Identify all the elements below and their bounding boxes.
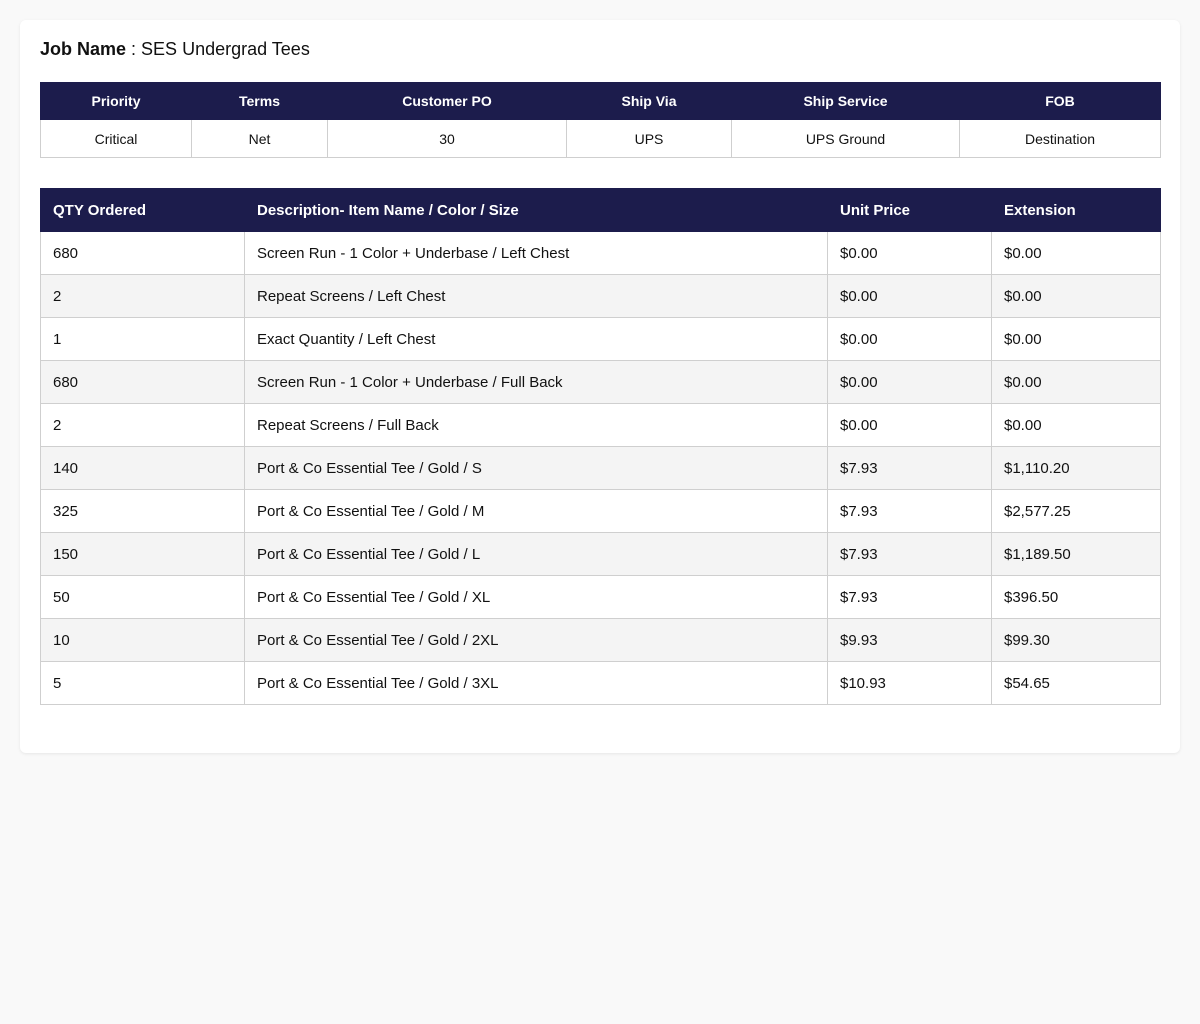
cell-qty: 10 [40,618,245,662]
cell-description: Port & Co Essential Tee / Gold / M [244,489,828,533]
cell-unit-price: $0.00 [827,274,992,318]
cell-extension: $0.00 [991,231,1161,275]
cell-description: Screen Run - 1 Color + Underbase / Left … [244,231,828,275]
value-terms: Net [191,119,328,158]
header-extension: Extension [991,188,1161,232]
cell-extension: $0.00 [991,317,1161,361]
cell-qty: 50 [40,575,245,619]
cell-description: Repeat Screens / Left Chest [244,274,828,318]
header-ship-via: Ship Via [566,82,732,120]
cell-description: Repeat Screens / Full Back [244,403,828,447]
cell-extension: $0.00 [991,403,1161,447]
job-name-separator: : [126,39,142,59]
table-row: 150 Port & Co Essential Tee / Gold / L $… [40,532,1161,576]
line-items-header-row: QTY Ordered Description- Item Name / Col… [40,188,1161,232]
cell-extension: $1,189.50 [991,532,1161,576]
table-row: 680 Screen Run - 1 Color + Underbase / F… [40,360,1161,404]
cell-qty: 150 [40,532,245,576]
cell-extension: $0.00 [991,274,1161,318]
cell-qty: 325 [40,489,245,533]
order-info-table: Priority Terms Customer PO Ship Via Ship… [40,82,1161,158]
cell-unit-price: $0.00 [827,317,992,361]
cell-description: Port & Co Essential Tee / Gold / 2XL [244,618,828,662]
header-priority: Priority [40,82,192,120]
cell-qty: 680 [40,360,245,404]
value-ship-via: UPS [566,119,732,158]
cell-unit-price: $0.00 [827,403,992,447]
cell-extension: $396.50 [991,575,1161,619]
cell-description: Screen Run - 1 Color + Underbase / Full … [244,360,828,404]
cell-unit-price: $0.00 [827,231,992,275]
cell-extension: $99.30 [991,618,1161,662]
cell-unit-price: $9.93 [827,618,992,662]
header-customer-po: Customer PO [327,82,567,120]
cell-description: Exact Quantity / Left Chest [244,317,828,361]
header-fob: FOB [959,82,1161,120]
cell-qty: 680 [40,231,245,275]
value-ship-service: UPS Ground [731,119,960,158]
cell-qty: 2 [40,403,245,447]
order-card: Job Name : SES Undergrad Tees Priority T… [20,20,1180,753]
cell-unit-price: $7.93 [827,489,992,533]
table-row: 680 Screen Run - 1 Color + Underbase / L… [40,231,1161,275]
value-fob: Destination [959,119,1161,158]
cell-unit-price: $7.93 [827,446,992,490]
cell-extension: $2,577.25 [991,489,1161,533]
cell-extension: $0.00 [991,360,1161,404]
table-row: 1 Exact Quantity / Left Chest $0.00 $0.0… [40,317,1161,361]
table-row: 2 Repeat Screens / Left Chest $0.00 $0.0… [40,274,1161,318]
job-name-label: Job Name [40,39,127,59]
cell-extension: $1,110.20 [991,446,1161,490]
cell-description: Port & Co Essential Tee / Gold / 3XL [244,661,828,705]
cell-unit-price: $7.93 [827,532,992,576]
cell-description: Port & Co Essential Tee / Gold / XL [244,575,828,619]
cell-description: Port & Co Essential Tee / Gold / S [244,446,828,490]
table-row: 50 Port & Co Essential Tee / Gold / XL $… [40,575,1161,619]
value-customer-po: 30 [327,119,567,158]
cell-description: Port & Co Essential Tee / Gold / L [244,532,828,576]
order-info-header-row: Priority Terms Customer PO Ship Via Ship… [40,82,1161,120]
job-name-value: SES Undergrad Tees [141,39,310,59]
value-priority: Critical [40,119,192,158]
table-row: 5 Port & Co Essential Tee / Gold / 3XL $… [40,661,1161,705]
job-name-line: Job Name : SES Undergrad Tees [40,40,1160,58]
header-ship-service: Ship Service [731,82,960,120]
header-qty-ordered: QTY Ordered [40,188,245,232]
table-row: 140 Port & Co Essential Tee / Gold / S $… [40,446,1161,490]
cell-qty: 1 [40,317,245,361]
cell-unit-price: $10.93 [827,661,992,705]
cell-unit-price: $0.00 [827,360,992,404]
table-row: 325 Port & Co Essential Tee / Gold / M $… [40,489,1161,533]
header-description: Description- Item Name / Color / Size [244,188,828,232]
table-row: 10 Port & Co Essential Tee / Gold / 2XL … [40,618,1161,662]
cell-qty: 140 [40,446,245,490]
cell-qty: 2 [40,274,245,318]
cell-qty: 5 [40,661,245,705]
cell-unit-price: $7.93 [827,575,992,619]
order-info-value-row: Critical Net 30 UPS UPS Ground Destinati… [40,119,1161,158]
cell-extension: $54.65 [991,661,1161,705]
line-items-table: QTY Ordered Description- Item Name / Col… [40,188,1161,705]
header-terms: Terms [191,82,328,120]
header-unit-price: Unit Price [827,188,992,232]
table-row: 2 Repeat Screens / Full Back $0.00 $0.00 [40,403,1161,447]
